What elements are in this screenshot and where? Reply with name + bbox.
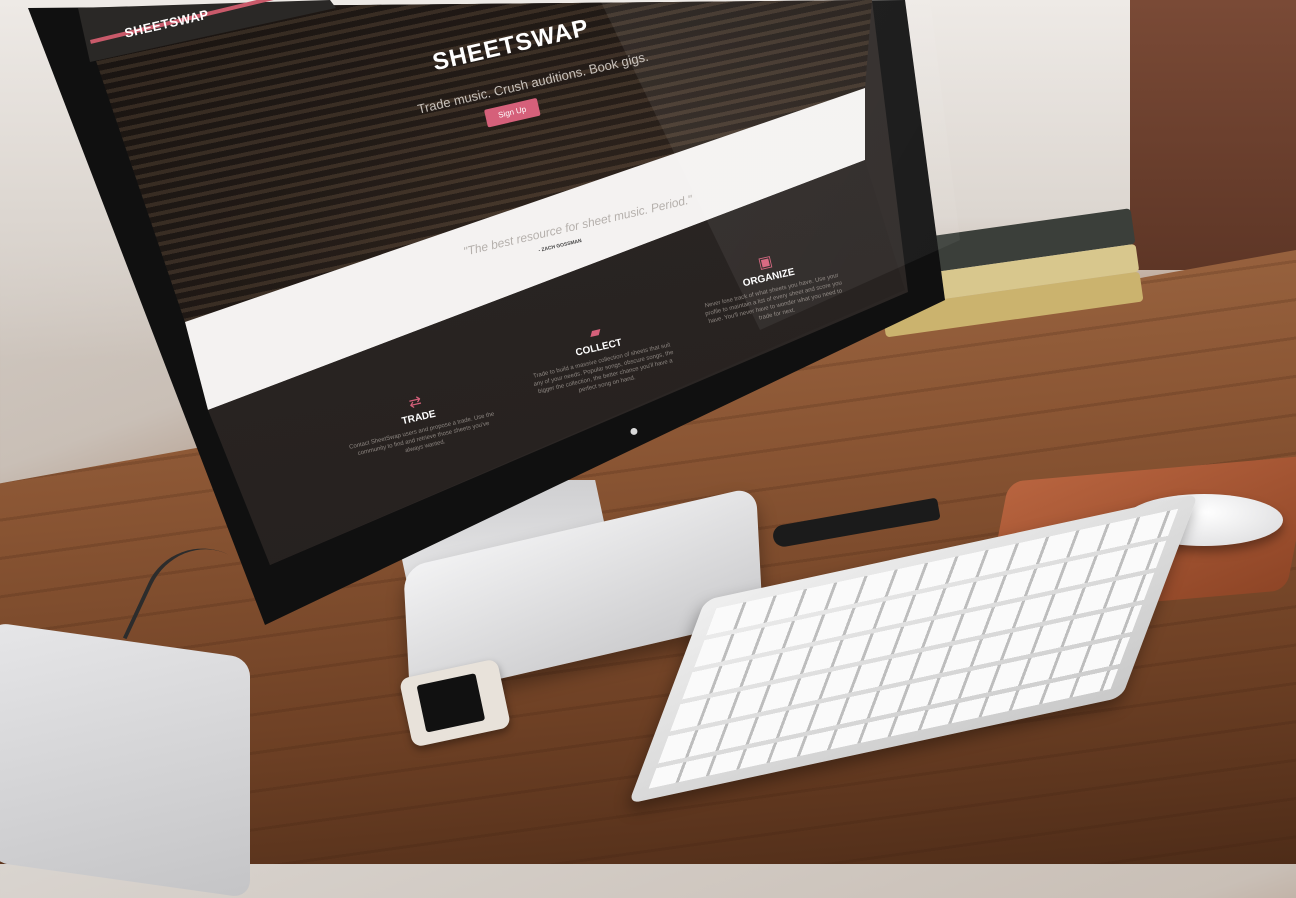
wall-panel (1130, 0, 1296, 270)
phone-screen (416, 673, 486, 733)
apple-logo-icon: ● (629, 423, 639, 440)
